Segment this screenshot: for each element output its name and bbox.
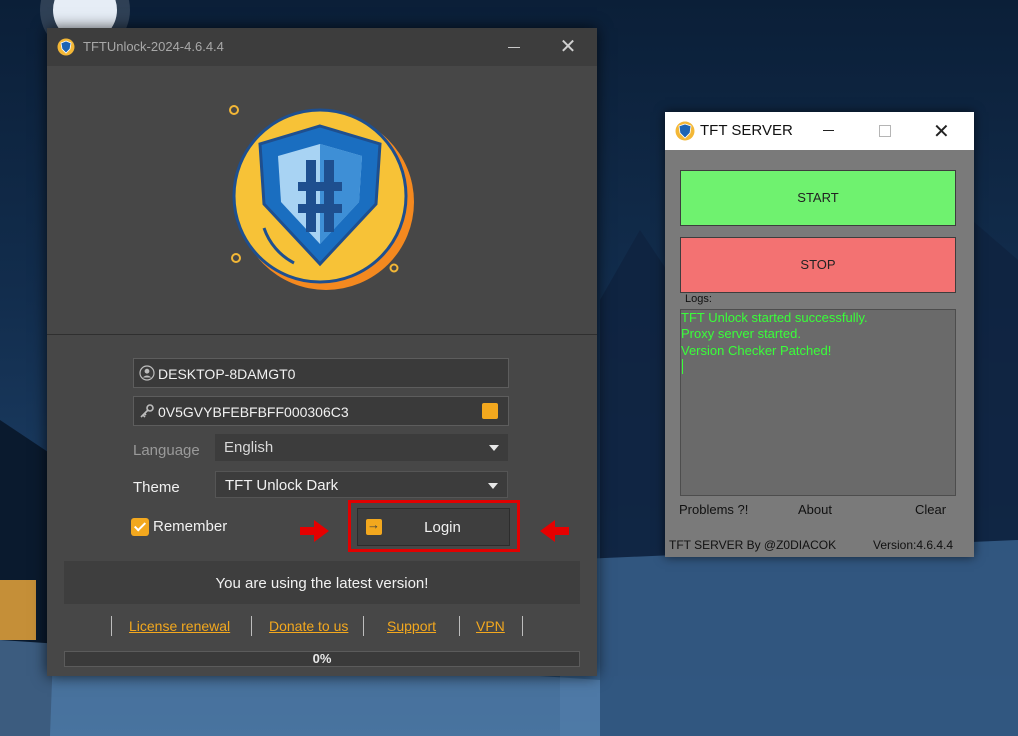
logs-label: Logs: <box>685 293 712 305</box>
log-line: Proxy server started. <box>681 326 801 341</box>
device-name-field[interactable]: DESKTOP-8DAMGT0 <box>133 358 509 388</box>
server-title-bar[interactable]: TFT SERVER ✕ <box>665 112 974 150</box>
header-divider <box>47 334 597 335</box>
red-arrow-left-icon <box>540 520 569 542</box>
server-shield-icon <box>675 121 695 141</box>
chevron-down-icon <box>488 483 498 489</box>
start-button[interactable]: START <box>680 170 956 226</box>
server-body: START STOP Logs: TFT Unlock started succ… <box>665 150 974 557</box>
link-separator <box>111 616 112 636</box>
log-line: TFT Unlock started successfully. <box>681 310 868 325</box>
theme-label: Theme <box>133 479 180 496</box>
key-icon <box>140 404 154 418</box>
user-icon <box>139 365 155 381</box>
language-label: Language <box>133 442 200 459</box>
donate-link[interactable]: Donate to us <box>269 618 348 634</box>
status-text: You are using the latest version! <box>215 575 429 592</box>
title-bar[interactable]: TFTUnlock-2024-4.6.4.4 ✕ <box>47 28 597 66</box>
server-title: TFT SERVER <box>700 122 793 139</box>
stop-button[interactable]: STOP <box>680 237 956 293</box>
license-renewal-link[interactable]: License renewal <box>129 618 230 634</box>
window-title: TFTUnlock-2024-4.6.4.4 <box>83 39 224 54</box>
tft-unlock-logo <box>229 105 414 290</box>
logs-textarea[interactable]: TFT Unlock started successfully. Proxy s… <box>680 309 956 496</box>
theme-select[interactable]: TFT Unlock Dark <box>215 471 508 498</box>
progress-text: 0% <box>312 651 332 666</box>
app-shield-icon <box>57 38 75 56</box>
license-key-field[interactable]: 0V5GVYBFEBFBFF000306C3 <box>133 396 509 426</box>
progress-bar: 0% <box>64 651 580 667</box>
remember-checkbox[interactable] <box>131 518 149 536</box>
language-value: English <box>224 439 274 456</box>
minimize-button[interactable] <box>503 38 525 56</box>
login-label: Login <box>424 519 461 536</box>
copy-key-icon[interactable] <box>482 403 498 419</box>
license-key-value: 0V5GVYBFEBFBFF000306C3 <box>158 404 349 420</box>
footer-links: License renewal Donate to us Support VPN <box>47 616 597 640</box>
close-button[interactable]: ✕ <box>933 119 950 144</box>
text-caret <box>682 359 683 374</box>
problems-link[interactable]: Problems ?! <box>679 502 748 517</box>
minimize-button[interactable] <box>823 130 834 131</box>
link-separator <box>522 616 523 636</box>
red-arrow-right-icon <box>300 520 329 542</box>
link-separator <box>251 616 252 636</box>
about-link[interactable]: About <box>798 502 832 517</box>
server-version: Version:4.6.4.4 <box>873 538 954 552</box>
login-button[interactable]: Login <box>357 508 510 546</box>
device-name-value: DESKTOP-8DAMGT0 <box>158 366 296 382</box>
version-status-bar: You are using the latest version! <box>64 561 580 604</box>
tft-server-window: TFT SERVER ✕ START STOP Logs: TFT Unlock… <box>665 112 974 557</box>
tftunlock-window: TFTUnlock-2024-4.6.4.4 ✕ DESKTOP-8DAMGT0 <box>47 28 597 676</box>
log-line: Version Checker Patched! <box>681 343 832 358</box>
vpn-link[interactable]: VPN <box>476 618 505 634</box>
link-separator <box>363 616 364 636</box>
server-author: TFT SERVER By @Z0DIACOK <box>669 538 837 552</box>
clear-button[interactable]: Clear <box>915 502 946 517</box>
maximize-button[interactable] <box>879 125 891 137</box>
language-select[interactable]: English <box>215 434 508 461</box>
close-button[interactable]: ✕ <box>557 36 579 58</box>
theme-value: TFT Unlock Dark <box>225 477 339 494</box>
remember-label[interactable]: Remember <box>153 518 227 535</box>
support-link[interactable]: Support <box>387 618 436 634</box>
link-separator <box>459 616 460 636</box>
chevron-down-icon <box>489 445 499 451</box>
